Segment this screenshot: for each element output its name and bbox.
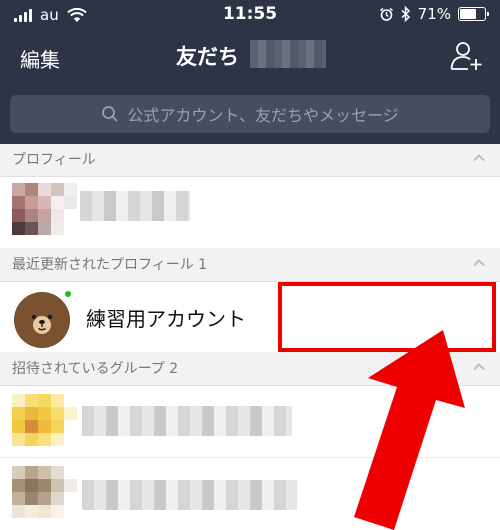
group-avatar-redacted (12, 394, 90, 446)
group-name-redacted (82, 480, 297, 510)
nav-bar: 編集 友だち (0, 30, 500, 86)
page-title: 友だち (176, 45, 239, 69)
header: au 11:55 71% 編集 友だち 公式アカウント、友だちやメッセージ (0, 0, 500, 144)
profile-avatar-redacted (12, 183, 90, 235)
section-profile-label: プロフィール (12, 152, 96, 168)
alarm-icon (379, 7, 393, 21)
battery-icon (458, 7, 489, 21)
profile-name-redacted (80, 191, 190, 221)
search-input[interactable]: 公式アカウント、友だちやメッセージ (10, 95, 490, 133)
section-recent-updates[interactable]: 最近更新されたプロフィール 1 (0, 249, 500, 282)
brown-bear-avatar (14, 292, 70, 348)
search-icon (102, 106, 118, 122)
group-name-redacted (82, 406, 292, 436)
section-profile[interactable]: プロフィール (0, 144, 500, 177)
section-recent-label: 最近更新されたプロフィール 1 (12, 257, 208, 273)
add-friend-icon[interactable] (450, 40, 484, 72)
battery-fill (460, 9, 476, 19)
chevron-up-icon[interactable] (472, 256, 486, 270)
search-placeholder: 公式アカウント、友だちやメッセージ (127, 106, 399, 125)
chevron-up-icon[interactable] (472, 151, 486, 165)
edit-button[interactable]: 編集 (20, 44, 60, 73)
group-avatar-redacted (12, 466, 90, 518)
my-profile-row[interactable] (0, 177, 500, 249)
annotation-arrow-icon (354, 330, 465, 530)
bluetooth-icon (401, 6, 410, 22)
online-indicator (64, 290, 72, 298)
redacted-count (250, 40, 326, 68)
friend-name: 練習用アカウント (86, 307, 246, 331)
status-bar: au 11:55 71% (0, 0, 500, 30)
section-groups-label: 招待されているグループ 2 (12, 361, 179, 377)
battery-percent: 71% (417, 5, 451, 23)
